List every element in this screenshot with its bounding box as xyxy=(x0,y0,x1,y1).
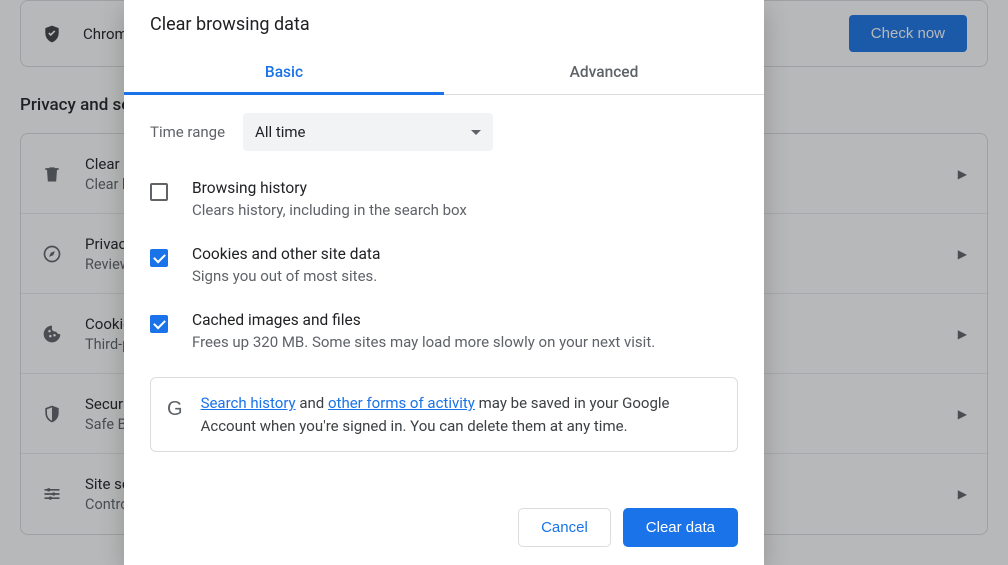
checkbox-cookies[interactable] xyxy=(150,249,168,267)
option-sub: Frees up 320 MB. Some sites may load mor… xyxy=(192,332,655,353)
dialog-tabs: Basic Advanced xyxy=(124,51,764,95)
time-range-select[interactable]: All time xyxy=(243,113,493,151)
dropdown-arrow-icon xyxy=(471,130,481,135)
dialog-title: Clear browsing data xyxy=(124,0,764,51)
dialog-body: Time range All time Browsing history Cle… xyxy=(124,95,764,490)
time-range-value: All time xyxy=(255,123,305,141)
option-title: Browsing history xyxy=(192,179,467,197)
checkbox-browsing-history[interactable] xyxy=(150,183,168,201)
option-title: Cookies and other site data xyxy=(192,245,380,263)
option-cached: Cached images and files Frees up 320 MB.… xyxy=(150,311,738,353)
time-range-row: Time range All time xyxy=(150,113,738,151)
clear-browsing-data-dialog: Clear browsing data Basic Advanced Time … xyxy=(124,0,764,565)
google-account-info: G Search history and other forms of acti… xyxy=(150,377,738,452)
option-title: Cached images and files xyxy=(192,311,655,329)
cancel-button[interactable]: Cancel xyxy=(518,508,611,547)
info-text: Search history and other forms of activi… xyxy=(201,392,721,437)
dialog-actions: Cancel Clear data xyxy=(124,490,764,565)
time-range-label: Time range xyxy=(150,123,225,141)
option-sub: Clears history, including in the search … xyxy=(192,200,467,221)
checkbox-cached[interactable] xyxy=(150,315,168,333)
other-activity-link[interactable]: other forms of activity xyxy=(328,394,475,412)
tab-advanced[interactable]: Advanced xyxy=(444,51,764,94)
search-history-link[interactable]: Search history xyxy=(201,394,296,412)
option-sub: Signs you out of most sites. xyxy=(192,266,380,287)
option-cookies: Cookies and other site data Signs you ou… xyxy=(150,245,738,287)
tab-basic[interactable]: Basic xyxy=(124,51,444,94)
google-icon: G xyxy=(167,394,183,424)
option-browsing-history: Browsing history Clears history, includi… xyxy=(150,179,738,221)
clear-data-button[interactable]: Clear data xyxy=(623,508,738,547)
